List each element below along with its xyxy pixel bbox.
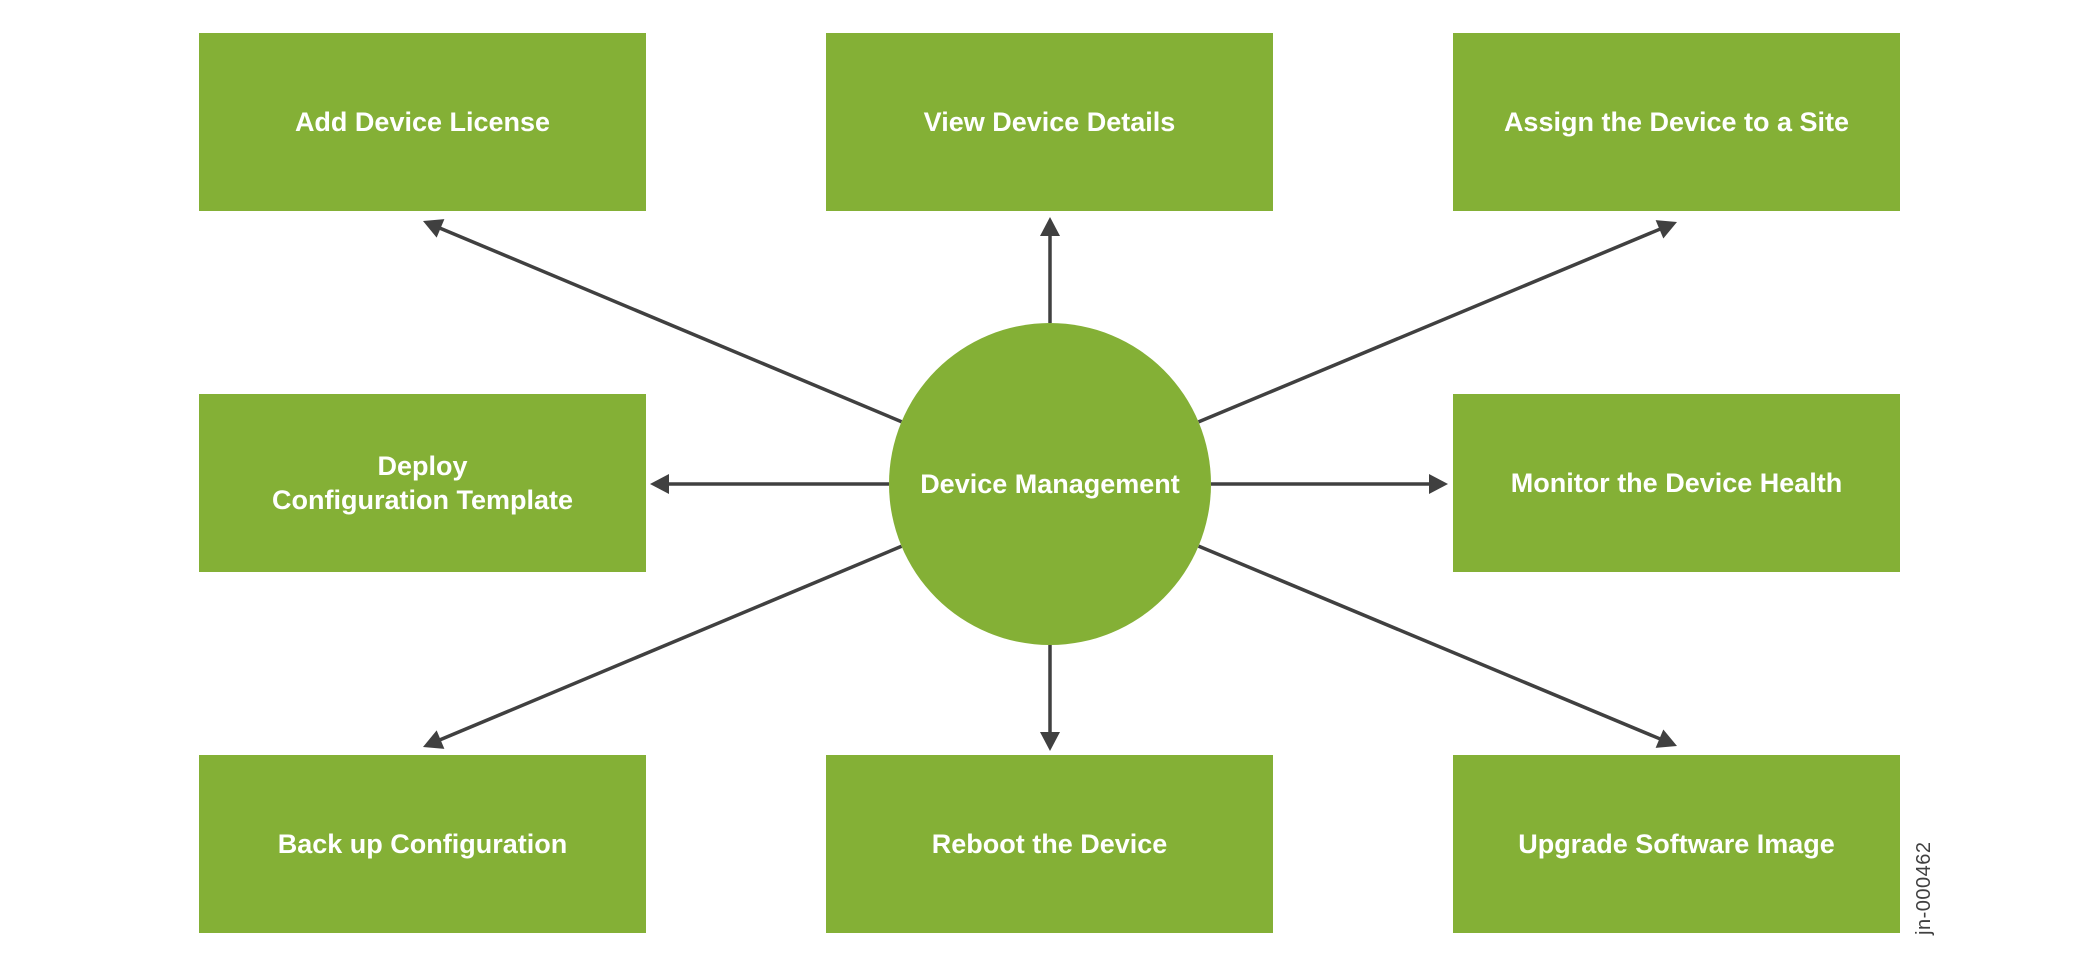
node-deploy-configuration-template: Deploy Configuration Template — [199, 394, 646, 572]
arrowhead-view-device-details — [1040, 217, 1060, 236]
hub-device-management: Device Management — [889, 323, 1211, 645]
arrowhead-reboot-device — [1040, 732, 1060, 751]
node-assign-device-to-site: Assign the Device to a Site — [1453, 33, 1900, 211]
node-upgrade-software-image: Upgrade Software Image — [1453, 755, 1900, 933]
device-management-diagram: Add Device License View Device Details A… — [0, 0, 2100, 968]
arrow-line-assign-device-to-site — [1197, 226, 1662, 424]
arrowhead-monitor-device-health — [1429, 474, 1448, 494]
figure-id-label: jn-000462 — [1913, 841, 1935, 935]
arrowhead-deploy-configuration-template — [650, 474, 669, 494]
arrow-line-upgrade-software-image — [1197, 544, 1662, 742]
hub-label: Device Management — [920, 468, 1180, 499]
arrow-line-add-device-license — [437, 225, 903, 424]
arrow-line-back-up-configuration — [437, 544, 903, 743]
node-view-device-details: View Device Details — [826, 33, 1273, 211]
node-add-device-license: Add Device License — [199, 33, 646, 211]
node-monitor-device-health: Monitor the Device Health — [1453, 394, 1900, 572]
node-back-up-configuration: Back up Configuration — [199, 755, 646, 933]
node-reboot-device: Reboot the Device — [826, 755, 1273, 933]
